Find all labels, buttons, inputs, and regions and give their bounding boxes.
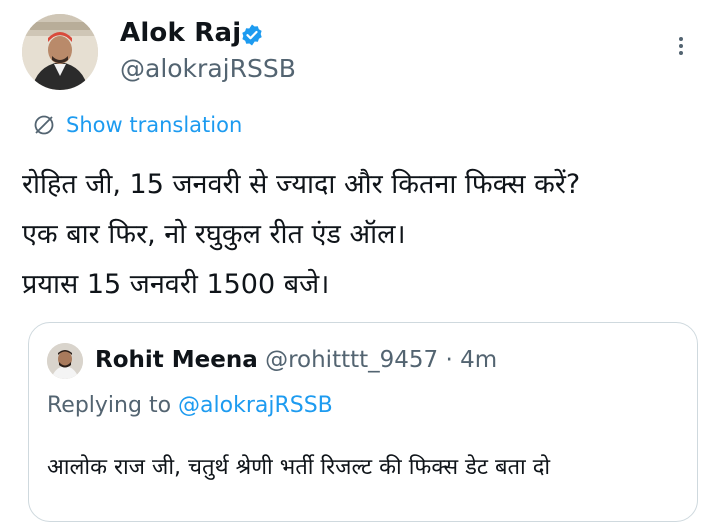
more-options-icon[interactable] <box>674 34 688 62</box>
author-name[interactable]: Alok Raj <box>120 18 241 48</box>
show-translation-button[interactable]: Show translation <box>32 110 242 140</box>
quote-timestamp[interactable]: 4m <box>460 347 497 373</box>
tweet-body: रोहित जी, 15 जनवरी से ज्यादा और कितना फि… <box>22 160 702 310</box>
show-translation-label: Show translation <box>66 113 243 137</box>
quote-author-handle[interactable]: @rohitttt_9457 <box>265 347 438 373</box>
quote-header: Rohit Meena @rohitttt_9457 · 4m <box>95 347 497 373</box>
replying-prefix: Replying to <box>47 393 172 418</box>
author-avatar[interactable] <box>22 14 98 90</box>
quote-replying-to: Replying to @alokrajRSSB <box>47 393 333 418</box>
quote-text: आलोक राज जी, चतुर्थ श्रेणी भर्ती रिजल्ट … <box>47 455 551 480</box>
quote-author-avatar[interactable] <box>47 343 83 379</box>
author-handle[interactable]: @alokrajRSSB <box>120 54 296 83</box>
quote-author-name[interactable]: Rohit Meena <box>95 347 258 373</box>
quote-author-avatar-image <box>47 343 83 379</box>
author-avatar-image <box>22 14 98 90</box>
tweet-line: एक बार फिर, नो रघुकुल रीत एंड ऑल। <box>22 219 406 250</box>
quoted-tweet-card[interactable]: Rohit Meena @rohitttt_9457 · 4m Replying… <box>28 322 698 522</box>
verified-badge-icon <box>242 24 262 46</box>
quote-separator: · <box>445 347 453 373</box>
replying-to-link[interactable]: @alokrajRSSB <box>178 393 333 418</box>
translate-icon <box>34 115 54 135</box>
tweet-line: प्रयास 15 जनवरी 1500 बजे। <box>22 269 330 300</box>
tweet-line: रोहित जी, 15 जनवरी से ज्यादा और कितना फि… <box>22 169 581 200</box>
